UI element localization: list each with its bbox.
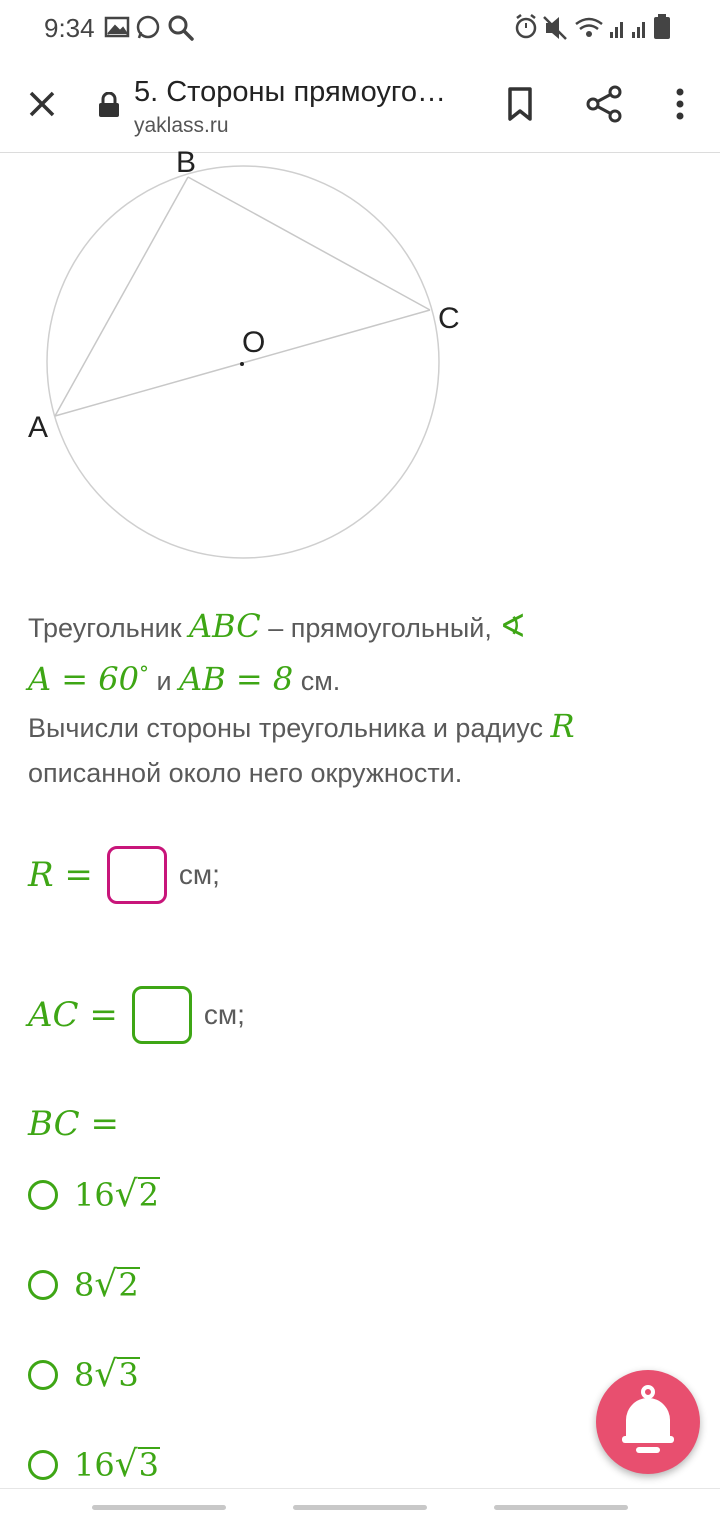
bc-option[interactable]: 8 √ 3 <box>28 1350 140 1400</box>
answer-ac-input[interactable] <box>131 986 192 1044</box>
sqrt-icon: √ <box>94 1264 118 1305</box>
answer-r-unit: см; <box>178 859 220 890</box>
problem-line-3: Вычисли стороны треугольника и радиус R <box>28 704 698 751</box>
option-coefficient: 16 <box>74 1176 115 1214</box>
system-nav-bar <box>0 1488 720 1521</box>
status-bar: 9:34 <box>0 0 720 56</box>
problem-text: – прямоугольный, <box>260 613 500 643</box>
nav-back-button[interactable] <box>494 1505 628 1510</box>
bc-option[interactable]: 16 √ 3 <box>28 1440 161 1490</box>
label-o: O <box>242 326 265 359</box>
radio-button[interactable] <box>28 1360 58 1390</box>
close-icon[interactable] <box>22 84 62 124</box>
answer-r-label: R = <box>28 855 93 895</box>
side-bc <box>187 176 431 311</box>
center-point <box>240 362 244 366</box>
status-time: 9:34 <box>44 13 95 43</box>
notification-fab-button[interactable] <box>596 1370 700 1474</box>
share-icon[interactable] <box>584 84 624 124</box>
side-ab <box>54 176 189 417</box>
sqrt-icon: √ <box>114 1174 138 1215</box>
bell-icon <box>622 1385 674 1453</box>
status-notification-icons <box>104 15 194 41</box>
math-angle-a: A = 60 <box>28 660 139 698</box>
math-abc: ABC <box>189 607 261 645</box>
page-title[interactable]: 5. Стороны прямоуго… <box>134 76 474 109</box>
problem-statement: Треугольник ABC – прямоугольный, ∢ A = 6… <box>28 604 698 796</box>
bc-label: BC = <box>28 1104 119 1144</box>
page-url[interactable]: yaklass.ru <box>134 114 229 138</box>
radio-button[interactable] <box>28 1450 58 1480</box>
answer-ac-unit: см; <box>203 999 245 1030</box>
option-radicand: 2 <box>137 1176 161 1215</box>
answer-ac-row: AC = см; <box>28 982 245 1048</box>
radio-button[interactable] <box>28 1270 58 1300</box>
radio-button[interactable] <box>28 1180 58 1210</box>
problem-line-1: Треугольник ABC – прямоугольный, ∢ <box>28 604 698 651</box>
option-radicand: 2 <box>117 1266 140 1305</box>
answer-r-input[interactable] <box>106 846 167 904</box>
angle-symbol: ∢ <box>499 607 527 645</box>
more-vert-icon[interactable] <box>662 84 698 124</box>
problem-line-4: описанной около него окружности. <box>28 758 463 788</box>
answer-r-row: R = см; <box>28 842 220 908</box>
nav-recents-button[interactable] <box>92 1505 226 1510</box>
sqrt-icon: √ <box>114 1444 138 1485</box>
label-c: C <box>438 302 460 335</box>
browser-toolbar: 5. Стороны прямоуго… yaklass.ru <box>0 56 720 153</box>
option-coefficient: 8 <box>74 1356 95 1394</box>
degree-symbol: ° <box>138 661 149 685</box>
math-r: R <box>550 707 575 745</box>
bc-option[interactable]: 16 √ 2 <box>28 1170 161 1220</box>
status-system-icons <box>515 14 670 40</box>
answer-ac-label: AC = <box>28 995 118 1035</box>
sqrt-icon: √ <box>94 1354 118 1395</box>
option-radicand: 3 <box>137 1446 161 1485</box>
problem-text: см. <box>293 666 341 696</box>
label-b: B <box>176 150 196 179</box>
problem-text: Вычисли стороны треугольника и радиус <box>28 713 551 743</box>
sqrt-expression: √ 2 <box>114 1174 161 1215</box>
option-coefficient: 8 <box>74 1266 95 1304</box>
option-radicand: 3 <box>117 1356 140 1395</box>
problem-text: Треугольник <box>28 613 190 643</box>
sqrt-expression: √ 3 <box>114 1444 161 1485</box>
lock-icon <box>99 92 119 117</box>
sqrt-expression: √ 2 <box>94 1264 140 1305</box>
label-a: A <box>28 411 48 444</box>
problem-line-2: A = 60° и AB = 8 см. <box>28 651 698 704</box>
circumscribed-circle <box>46 165 440 559</box>
sqrt-expression: √ 3 <box>94 1354 140 1395</box>
math-ab: AB = 8 <box>179 660 294 698</box>
problem-text: и <box>148 666 180 696</box>
option-coefficient: 16 <box>74 1446 115 1484</box>
bookmark-icon[interactable] <box>500 84 540 124</box>
circle-triangle-diagram: B C O A <box>28 150 460 559</box>
nav-home-button[interactable] <box>293 1505 427 1510</box>
bc-option[interactable]: 8 √ 2 <box>28 1260 140 1310</box>
